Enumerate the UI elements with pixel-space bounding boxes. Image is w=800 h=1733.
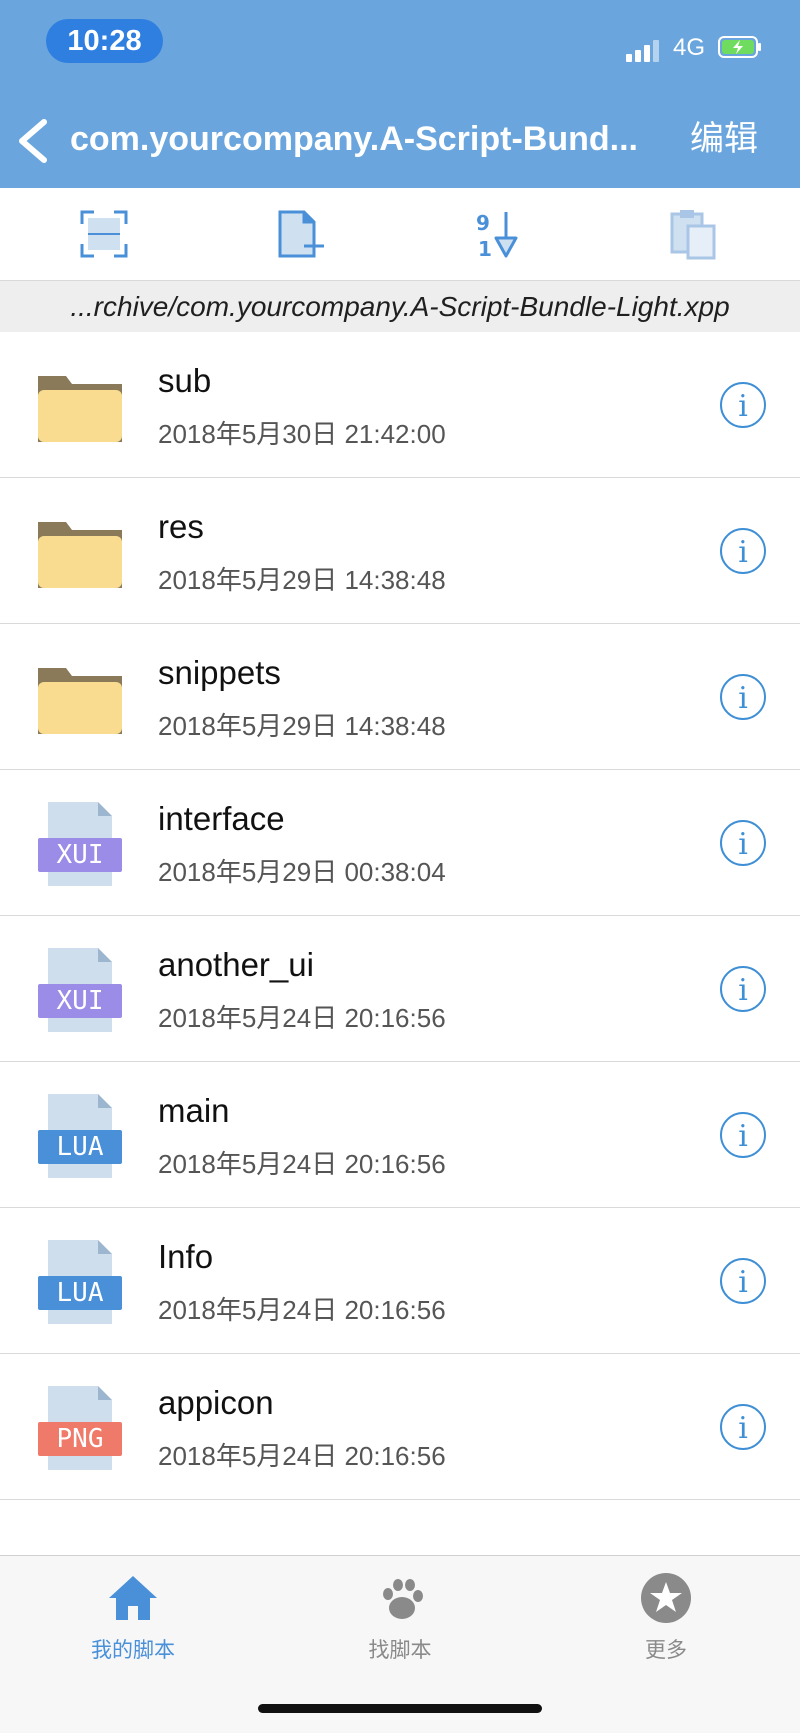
file-row[interactable]: LUA Info 2018年5月24日 20:16:56 i bbox=[0, 1208, 800, 1354]
info-icon[interactable]: i bbox=[720, 528, 766, 574]
file-row[interactable]: snippets 2018年5月29日 14:38:48 i bbox=[0, 624, 800, 770]
file-name: interface bbox=[158, 800, 285, 837]
home-icon bbox=[109, 1576, 157, 1620]
file-date: 2018年5月30日 21:42:00 bbox=[158, 419, 446, 449]
battery-icon bbox=[718, 36, 761, 58]
paw-icon bbox=[383, 1579, 423, 1619]
lua-file-icon: LUA bbox=[38, 1094, 122, 1178]
sort-icon[interactable]: 9 1 bbox=[472, 208, 524, 260]
file-name: res bbox=[158, 508, 204, 545]
file-date: 2018年5月29日 00:38:04 bbox=[158, 857, 446, 887]
signal-icon bbox=[626, 38, 662, 62]
file-date: 2018年5月24日 20:16:56 bbox=[158, 1003, 446, 1033]
file-date: 2018年5月24日 20:16:56 bbox=[158, 1441, 446, 1471]
xui-file-icon: XUI bbox=[38, 802, 122, 886]
scan-icon[interactable] bbox=[78, 208, 130, 260]
tab-label: 找脚本 bbox=[368, 1639, 432, 1662]
file-type-badge: XUI bbox=[57, 840, 104, 870]
info-icon[interactable]: i bbox=[720, 820, 766, 866]
home-indicator bbox=[258, 1704, 542, 1713]
file-type-badge: PNG bbox=[57, 1424, 104, 1454]
file-name: snippets bbox=[158, 654, 281, 691]
folder-icon bbox=[38, 522, 122, 588]
paste-icon[interactable] bbox=[668, 208, 720, 260]
path-bar: ...rchive/com.yourcompany.A-Script-Bundl… bbox=[0, 281, 800, 332]
file-date: 2018年5月24日 20:16:56 bbox=[158, 1295, 446, 1325]
new-file-icon[interactable] bbox=[274, 208, 326, 260]
file-name: appicon bbox=[158, 1384, 274, 1421]
file-date: 2018年5月29日 14:38:48 bbox=[158, 565, 446, 595]
file-row[interactable]: LUA main 2018年5月24日 20:16:56 i bbox=[0, 1062, 800, 1208]
xui-file-icon: XUI bbox=[38, 948, 122, 1032]
network-label: 4G bbox=[673, 34, 706, 61]
edit-button[interactable]: 编辑 bbox=[690, 116, 758, 162]
svg-text:9: 9 bbox=[476, 211, 490, 235]
file-name: another_ui bbox=[158, 946, 314, 983]
info-icon[interactable]: i bbox=[720, 674, 766, 720]
svg-text:1: 1 bbox=[478, 237, 492, 260]
file-type-badge: LUA bbox=[57, 1132, 104, 1162]
file-row[interactable]: XUI another_ui 2018年5月24日 20:16:56 i bbox=[0, 916, 800, 1062]
info-icon[interactable]: i bbox=[720, 1112, 766, 1158]
file-type-badge: XUI bbox=[57, 986, 104, 1016]
back-chevron-icon[interactable] bbox=[14, 118, 54, 164]
page-title: com.yourcompany.A-Script-Bund... bbox=[70, 120, 638, 158]
file-name: main bbox=[158, 1092, 230, 1129]
tab-label: 我的脚本 bbox=[91, 1639, 175, 1662]
file-date: 2018年5月29日 14:38:48 bbox=[158, 711, 446, 741]
folder-icon bbox=[38, 668, 122, 734]
toolbar: 9 1 bbox=[0, 188, 800, 281]
tab-my-scripts[interactable]: 我的脚本 bbox=[33, 1570, 233, 1664]
tab-more[interactable]: 更多 bbox=[566, 1570, 766, 1664]
file-name: sub bbox=[158, 362, 212, 399]
info-icon[interactable]: i bbox=[720, 382, 766, 428]
tab-find-scripts[interactable]: 找脚本 bbox=[300, 1570, 500, 1664]
file-list: sub 2018年5月30日 21:42:00 i res 2018年5月29日… bbox=[0, 332, 800, 1500]
lua-file-icon: LUA bbox=[38, 1240, 122, 1324]
info-icon[interactable]: i bbox=[720, 966, 766, 1012]
info-icon[interactable]: i bbox=[720, 1258, 766, 1304]
star-icon bbox=[641, 1573, 691, 1623]
file-name: Info bbox=[158, 1238, 214, 1275]
file-date: 2018年5月24日 20:16:56 bbox=[158, 1149, 446, 1179]
png-file-icon: PNG bbox=[38, 1386, 122, 1470]
status-bar: 10:28 4G bbox=[0, 0, 800, 90]
file-row[interactable]: PNG appicon 2018年5月24日 20:16:56 i bbox=[0, 1354, 800, 1500]
navigation-bar: com.yourcompany.A-Script-Bund... 编辑 bbox=[0, 90, 800, 188]
file-row[interactable]: XUI interface 2018年5月29日 00:38:04 i bbox=[0, 770, 800, 916]
info-icon[interactable]: i bbox=[720, 1404, 766, 1450]
file-row[interactable]: res 2018年5月29日 14:38:48 i bbox=[0, 478, 800, 624]
status-time: 10:28 bbox=[46, 19, 163, 63]
folder-icon bbox=[38, 376, 122, 442]
file-row[interactable]: sub 2018年5月30日 21:42:00 i bbox=[0, 332, 800, 478]
tab-label: 更多 bbox=[645, 1639, 687, 1662]
file-type-badge: LUA bbox=[57, 1278, 104, 1308]
